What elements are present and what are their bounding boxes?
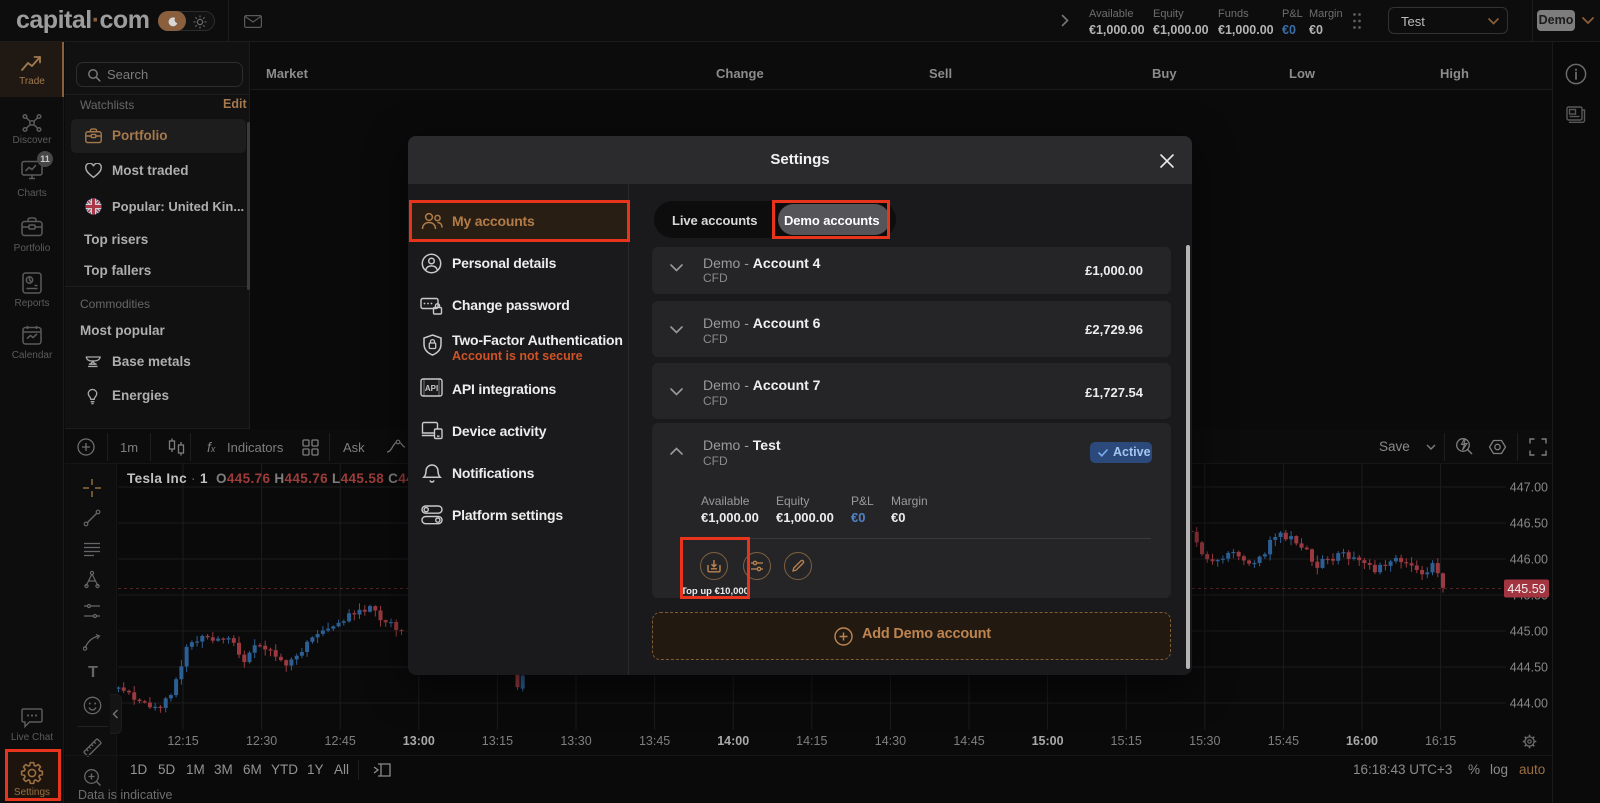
svg-text:444.00: 444.00: [1510, 697, 1548, 711]
svg-text:13:15: 13:15: [482, 734, 513, 748]
svg-text:447.00: 447.00: [1510, 481, 1548, 495]
svg-text:15:00: 15:00: [1032, 734, 1064, 748]
svg-text:14:15: 14:15: [796, 734, 827, 748]
svg-text:15:15: 15:15: [1111, 734, 1142, 748]
svg-text:12:30: 12:30: [246, 734, 277, 748]
svg-text:14:45: 14:45: [953, 734, 984, 748]
svg-text:13:30: 13:30: [560, 734, 591, 748]
svg-text:12:45: 12:45: [325, 734, 356, 748]
svg-text:16:00: 16:00: [1346, 734, 1378, 748]
svg-text:API: API: [425, 384, 438, 393]
svg-text:446.00: 446.00: [1510, 553, 1548, 567]
svg-text:16:15: 16:15: [1425, 734, 1456, 748]
svg-text:444.50: 444.50: [1510, 661, 1548, 675]
svg-text:445.00: 445.00: [1510, 625, 1548, 639]
svg-text:446.50: 446.50: [1510, 517, 1548, 531]
svg-text:15:30: 15:30: [1189, 734, 1220, 748]
svg-text:445.59: 445.59: [1507, 582, 1545, 596]
svg-text:15:45: 15:45: [1268, 734, 1299, 748]
svg-text:13:45: 13:45: [639, 734, 670, 748]
svg-text:12:15: 12:15: [167, 734, 198, 748]
svg-text:14:30: 14:30: [875, 734, 906, 748]
svg-text:13:00: 13:00: [403, 734, 435, 748]
svg-text:14:00: 14:00: [717, 734, 749, 748]
